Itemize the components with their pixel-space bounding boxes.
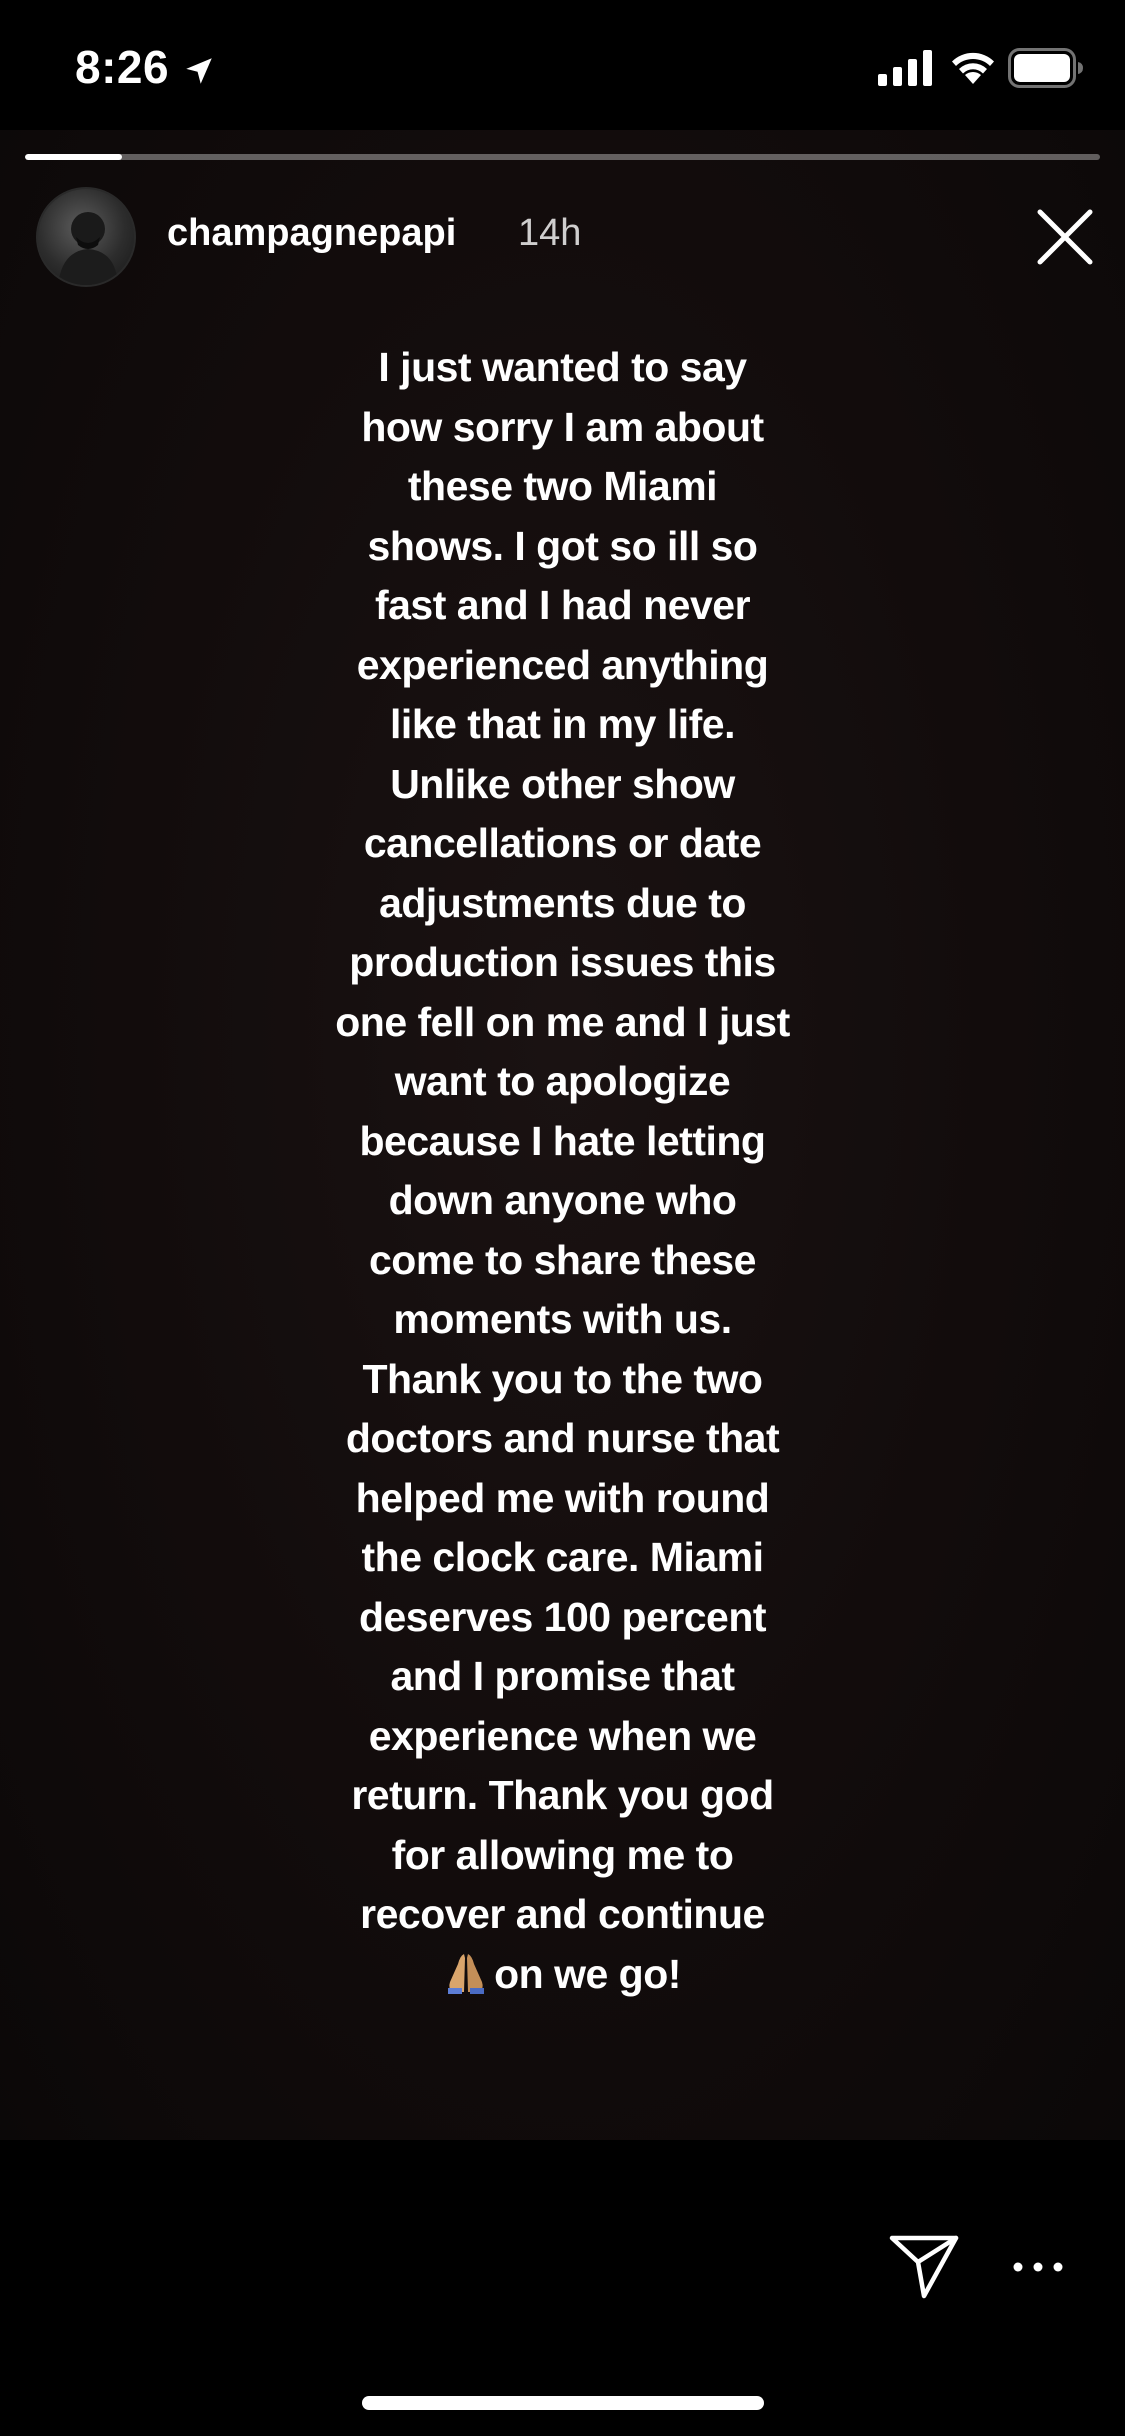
story-text-line: deserves 100 percent bbox=[358, 1593, 767, 1640]
story-text-line: these two Miami bbox=[407, 463, 718, 509]
story-text-line: helped me with round bbox=[355, 1474, 770, 1521]
send-button[interactable] bbox=[888, 2232, 960, 2300]
avatar[interactable] bbox=[36, 187, 136, 287]
story-text-line: come to share these bbox=[369, 1236, 757, 1283]
story-text-line: shows. I got so ill so bbox=[367, 522, 758, 569]
battery-icon bbox=[1008, 48, 1084, 88]
story-text-line: want to apologize bbox=[394, 1058, 731, 1104]
story-text-line: down anyone who bbox=[388, 1177, 737, 1223]
story-text-line: like that in my life. bbox=[390, 701, 735, 747]
story-last-line-text: on we go! bbox=[494, 1950, 681, 1997]
story-username[interactable]: champagnepapi bbox=[167, 212, 456, 255]
wifi-icon bbox=[948, 48, 998, 86]
story-last-line: on we go! bbox=[250, 1945, 875, 2005]
story-text-line: one fell on me and I just bbox=[335, 998, 790, 1045]
story-text-line: doctors and nurse that bbox=[345, 1415, 780, 1461]
more-options-button[interactable] bbox=[1010, 2252, 1066, 2282]
folded-hands-emoji bbox=[444, 1951, 488, 1994]
story-text-line: Thank you to the two bbox=[362, 1355, 763, 1402]
story-text-line: adjustments due to bbox=[379, 879, 746, 926]
story-text-line: how sorry I am about bbox=[361, 403, 764, 450]
paper-plane-icon bbox=[889, 2235, 959, 2299]
story-text-line: the clock care. Miami bbox=[361, 1534, 764, 1580]
story-text-line: moments with us. bbox=[393, 1296, 732, 1342]
home-indicator[interactable] bbox=[362, 2396, 764, 2410]
story-text: I just wanted to say how sorry I am about… bbox=[250, 338, 875, 2004]
story-text-line: return. Thank you god bbox=[351, 1772, 774, 1818]
close-icon bbox=[1037, 209, 1093, 265]
status-bar: 8:26 bbox=[0, 0, 1125, 130]
story-text-line: experienced anything bbox=[356, 641, 769, 688]
story-text-line: recover and continue bbox=[360, 1891, 765, 1937]
status-time: 8:26 bbox=[75, 41, 170, 93]
more-dots-icon bbox=[1013, 2262, 1063, 2272]
story-text-line: cancellations or date bbox=[363, 820, 762, 866]
story-text-line: Unlike other show bbox=[390, 760, 735, 807]
story-progress-bar bbox=[25, 154, 1100, 160]
story-progress-fill bbox=[25, 154, 122, 160]
close-button[interactable] bbox=[1030, 202, 1100, 272]
story-text-line: and I promise that bbox=[390, 1653, 735, 1699]
story-text-line: experience when we bbox=[368, 1712, 757, 1759]
story-text-line: production issues this bbox=[349, 939, 776, 985]
story-text-line: for allowing me to bbox=[391, 1831, 734, 1878]
story-text-line: fast and I had never bbox=[374, 582, 751, 628]
story-timestamp: 14h bbox=[518, 212, 582, 254]
story-text-line: because I hate letting bbox=[359, 1117, 766, 1164]
location-arrow-icon bbox=[182, 54, 216, 88]
story-text-line: I just wanted to say bbox=[378, 344, 747, 390]
cellular-signal-icon bbox=[878, 50, 934, 86]
